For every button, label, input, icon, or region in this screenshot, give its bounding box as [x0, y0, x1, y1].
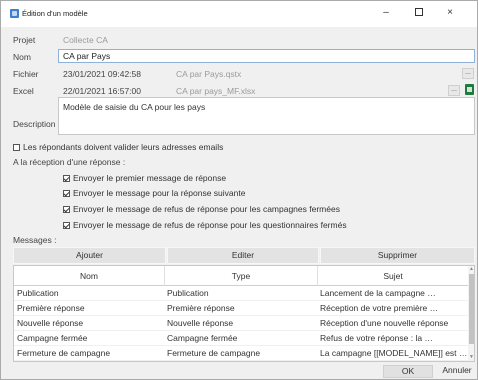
table-row[interactable]: Première réponse Première réponse Récept…: [14, 301, 468, 316]
cancel-button[interactable]: Annuler: [437, 365, 477, 378]
row-type: Publication: [167, 288, 209, 298]
fichier-name: CA par Pays.qstx: [176, 69, 242, 79]
add-message-button[interactable]: Ajouter: [13, 247, 166, 264]
minimize-button[interactable]: –: [373, 5, 399, 21]
column-header-sujet[interactable]: Sujet: [317, 266, 468, 286]
scroll-up-icon[interactable]: ▲: [469, 267, 474, 272]
checkbox-checked-icon: [63, 222, 70, 229]
column-header-nom[interactable]: Nom: [14, 266, 164, 286]
vertical-scrollbar[interactable]: ▲ ▼: [468, 266, 474, 361]
row-type: Première réponse: [167, 303, 235, 313]
row-sujet: Lancement de la campagne …: [320, 288, 436, 298]
projet-value: Collecte CA: [63, 35, 108, 45]
send-first-label: Envoyer le premier message de réponse: [73, 173, 227, 183]
row-nom: Nouvelle réponse: [17, 318, 84, 328]
send-refusal-questionnaires-label: Envoyer le message de refus de réponse p…: [73, 220, 347, 230]
nom-input[interactable]: CA par Pays: [58, 49, 475, 63]
projet-label: Projet: [13, 35, 36, 45]
row-nom: Campagne fermée: [17, 333, 88, 343]
send-refusal-questionnaires-checkbox[interactable]: Envoyer le message de refus de réponse p…: [63, 220, 347, 230]
excel-browse-button[interactable]: ...: [448, 85, 460, 96]
description-textarea[interactable]: Modèle de saisie du CA pour les pays: [58, 97, 475, 135]
excel-date: 22/01/2021 16:57:00: [63, 86, 141, 96]
row-type: Nouvelle réponse: [167, 318, 234, 328]
title-bar: Édition d'un modèle – ×: [1, 1, 477, 27]
row-nom: Publication: [17, 288, 59, 298]
validate-emails-label: Les répondants doivent valider leurs adr…: [23, 142, 224, 152]
excel-icon[interactable]: [465, 84, 474, 95]
excel-label: Excel: [13, 86, 34, 96]
column-header-type[interactable]: Type: [164, 266, 317, 286]
checkbox-icon: [13, 144, 20, 151]
edit-message-button[interactable]: Editer: [167, 247, 319, 264]
delete-message-button[interactable]: Supprimer: [320, 247, 475, 264]
send-next-label: Envoyer le message pour la réponse suiva…: [73, 188, 246, 198]
table-row[interactable]: Nouvelle réponse Nouvelle réponse Récept…: [14, 316, 468, 331]
table-row[interactable]: Publication Publication Lancement de la …: [14, 286, 468, 301]
row-sujet: Refus de votre réponse : la …: [320, 333, 433, 343]
row-sujet: La campagne [[MODEL_NAME]] est …: [320, 348, 468, 358]
send-refusal-campaigns-checkbox[interactable]: Envoyer le message de refus de réponse p…: [63, 204, 340, 214]
checkbox-checked-icon: [63, 175, 70, 182]
table-row[interactable]: Campagne fermée Campagne fermée Refus de…: [14, 331, 468, 346]
send-next-checkbox[interactable]: Envoyer le message pour la réponse suiva…: [63, 188, 245, 198]
maximize-icon: [415, 8, 423, 17]
send-first-checkbox[interactable]: Envoyer le premier message de réponse: [63, 173, 226, 183]
edit-model-dialog: Édition d'un modèle – × Projet Collecte …: [0, 0, 478, 380]
fichier-label: Fichier: [13, 69, 39, 79]
row-sujet: Réception d'une nouvelle réponse: [320, 318, 449, 328]
messages-label: Messages :: [13, 235, 57, 245]
window-title: Édition d'un modèle: [22, 9, 88, 18]
row-sujet: Réception de votre première …: [320, 303, 439, 313]
description-label: Description: [13, 119, 56, 129]
row-nom: Fermeture de campagne: [17, 348, 111, 358]
checkbox-checked-icon: [63, 206, 70, 213]
app-icon: [10, 9, 19, 18]
validate-emails-checkbox[interactable]: Les répondants doivent valider leurs adr…: [13, 142, 223, 152]
scrollbar-thumb[interactable]: [469, 274, 474, 344]
ok-button[interactable]: OK: [383, 365, 433, 378]
row-type: Campagne fermée: [167, 333, 238, 343]
row-nom: Première réponse: [17, 303, 85, 313]
excel-name: CA par pays_MF.xlsx: [176, 86, 256, 96]
on-reception-label: A la réception d'une réponse :: [13, 157, 126, 167]
messages-table: Nom Type Sujet Publication Publication L…: [13, 265, 475, 362]
fichier-browse-button[interactable]: ...: [462, 68, 474, 79]
row-type: Fermeture de campagne: [167, 348, 261, 358]
close-button[interactable]: ×: [437, 5, 463, 21]
fichier-date: 23/01/2021 09:42:58: [63, 69, 141, 79]
scroll-down-icon[interactable]: ▼: [469, 355, 474, 360]
nom-label: Nom: [13, 52, 31, 62]
maximize-button[interactable]: [406, 5, 432, 21]
checkbox-checked-icon: [63, 190, 70, 197]
send-refusal-campaigns-label: Envoyer le message de refus de réponse p…: [73, 204, 340, 214]
table-row[interactable]: Fermeture de campagne Fermeture de campa…: [14, 346, 468, 361]
